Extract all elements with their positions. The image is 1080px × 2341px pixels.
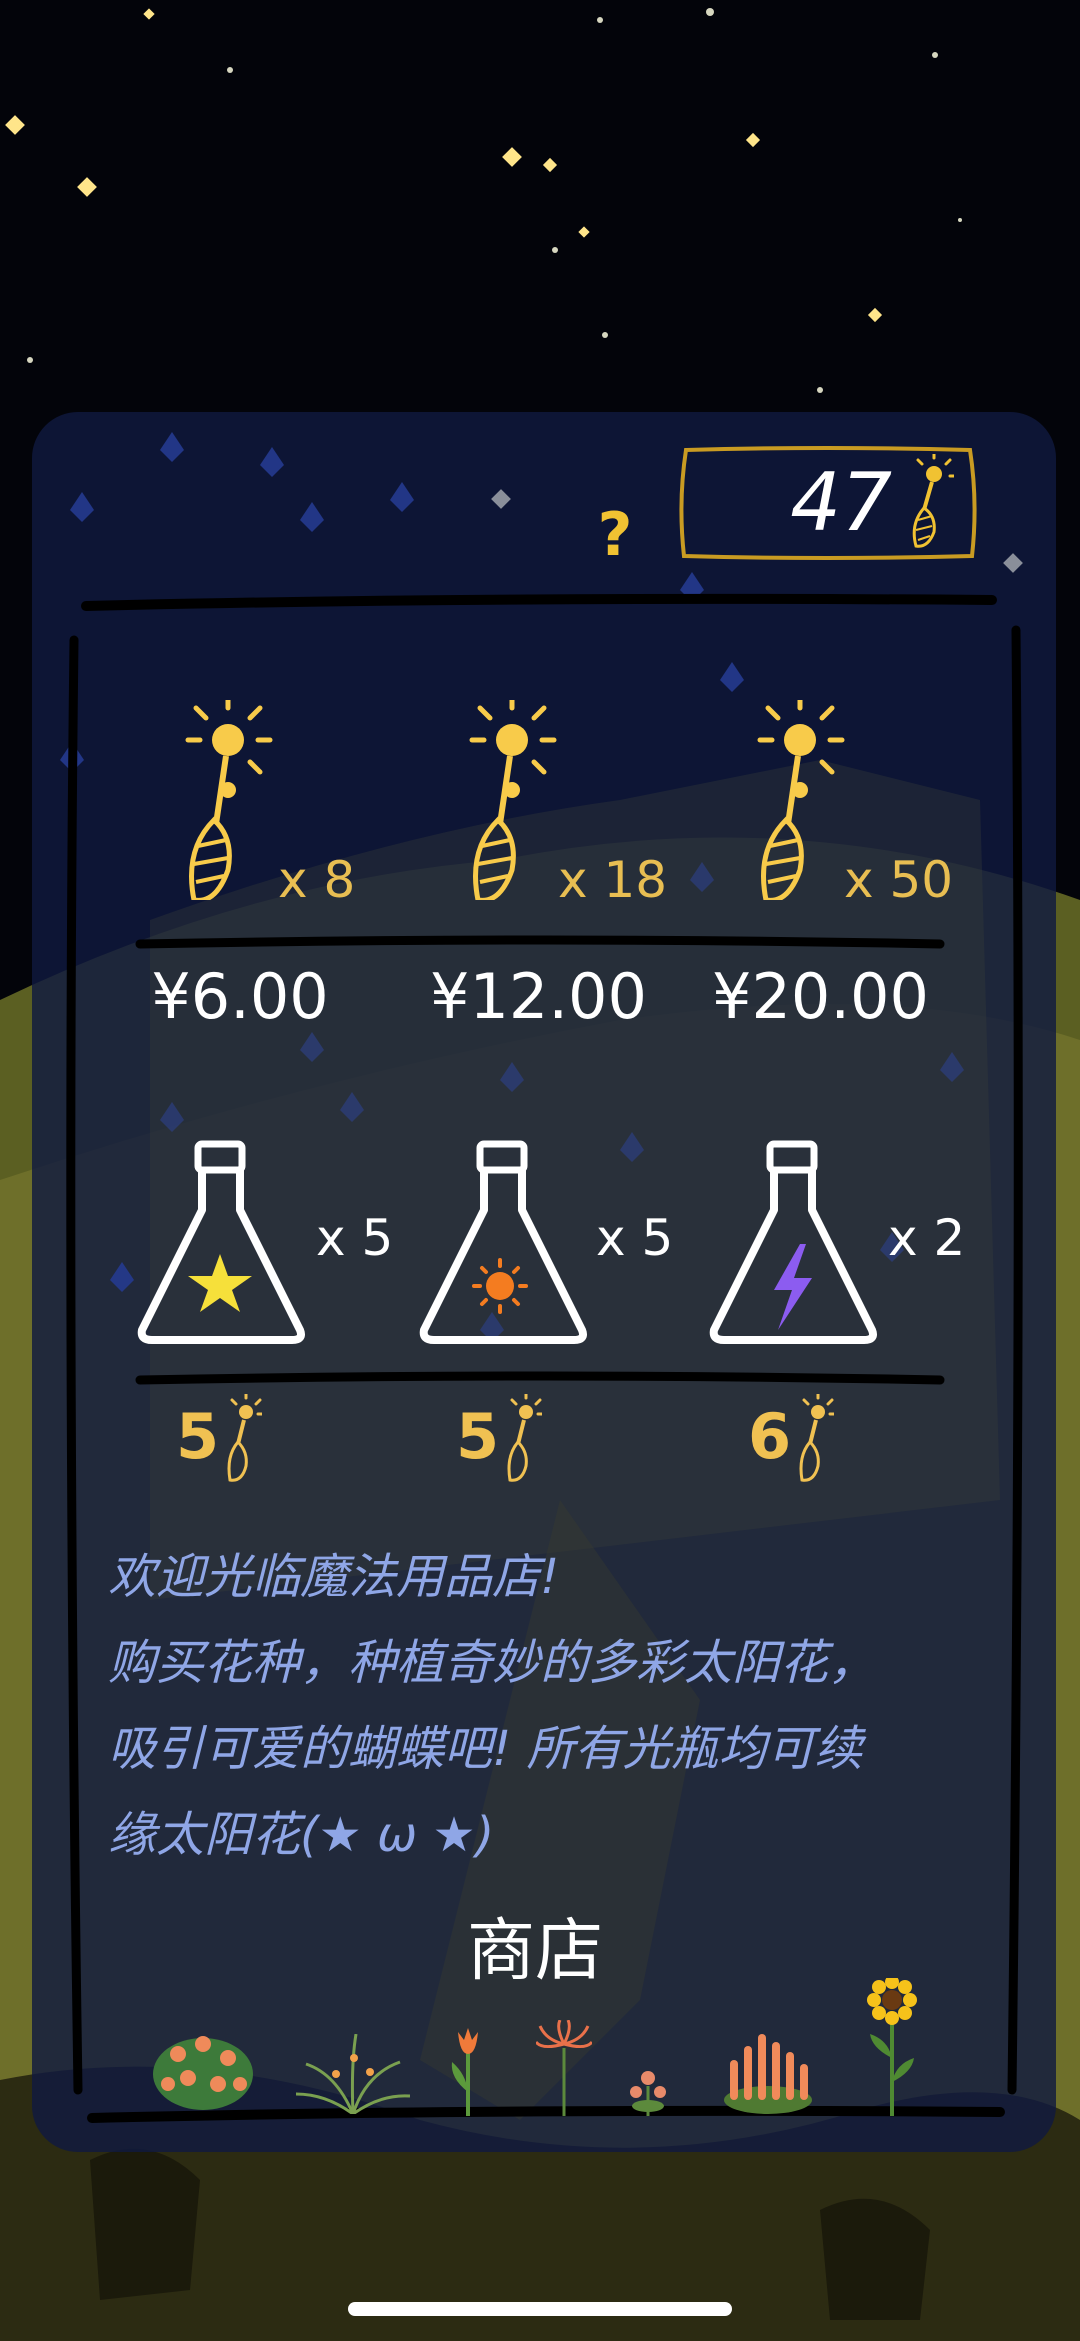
bottle-cost: 6 [748, 1400, 792, 1473]
bottle-offer-sun[interactable]: x 5 5 [414, 1140, 674, 1490]
spider-lily-icon[interactable] [536, 2020, 592, 2116]
grass-flower-icon[interactable] [296, 2034, 410, 2114]
tulip-icon[interactable] [448, 2022, 488, 2116]
balance-value: 47 [790, 456, 892, 549]
seed-currency-icon [912, 454, 954, 548]
sun-icon [472, 1258, 528, 1314]
welcome-message: 欢迎光临魔法用品店! 购买花种，种植奇妙的多彩太阳花， 吸引可爱的蝴蝶吧! 所有… [108, 1534, 968, 1878]
flask-icon [137, 1140, 305, 1344]
sunflower-icon[interactable] [866, 1978, 918, 2116]
bottle-offer-star[interactable]: x 5 5 [132, 1140, 394, 1490]
seed-icon [185, 700, 273, 900]
seed-icon [757, 700, 845, 900]
home-indicator[interactable] [348, 2302, 732, 2316]
seed-currency-icon [227, 1394, 262, 1482]
bottle-quantity: x 5 [596, 1209, 674, 1267]
seed-quantity: x 8 [278, 851, 356, 909]
flask-icon [709, 1140, 877, 1344]
flower-bush-icon[interactable] [148, 2014, 258, 2114]
seed-price: ¥12.00 [430, 960, 647, 1033]
welcome-line: 吸引可爱的蝴蝶吧! 所有光瓶均可续 [108, 1721, 863, 1777]
seed-icon [469, 700, 557, 900]
heather-flower-icon[interactable] [720, 2030, 816, 2114]
welcome-line: 购买花种，种植奇妙的多彩太阳花， [108, 1635, 877, 1691]
welcome-line: 缘太阳花(★ ω ★) [108, 1807, 495, 1863]
seed-currency-icon [507, 1394, 542, 1482]
seed-offer-18[interactable]: x 18 ¥12.00 [430, 700, 670, 1040]
star-icon [188, 1254, 252, 1312]
seed-quantity: x 18 [558, 851, 668, 909]
bottle-cost: 5 [456, 1400, 500, 1473]
welcome-line: 欢迎光临魔法用品店! [108, 1549, 560, 1605]
seed-offer-50[interactable]: x 50 ¥20.00 [712, 700, 962, 1040]
bottle-cost: 5 [176, 1400, 220, 1473]
lightning-icon [774, 1244, 812, 1330]
seed-offer-8[interactable]: x 8 ¥6.00 [150, 700, 390, 1040]
seed-price: ¥20.00 [712, 960, 929, 1033]
shop-title: 商店 [466, 1912, 603, 1991]
help-button[interactable]: ? [590, 500, 640, 570]
seed-quantity: x 50 [844, 851, 954, 909]
bottle-quantity: x 2 [888, 1209, 966, 1267]
seed-price: ¥6.00 [151, 960, 329, 1033]
small-flower-icon[interactable] [628, 2066, 668, 2116]
bottle-quantity: x 5 [316, 1209, 394, 1267]
seed-currency-icon [799, 1394, 834, 1482]
bottle-offer-lightning[interactable]: x 2 6 [704, 1140, 966, 1490]
balance-display: 47 [676, 442, 980, 564]
flask-icon [419, 1140, 587, 1344]
